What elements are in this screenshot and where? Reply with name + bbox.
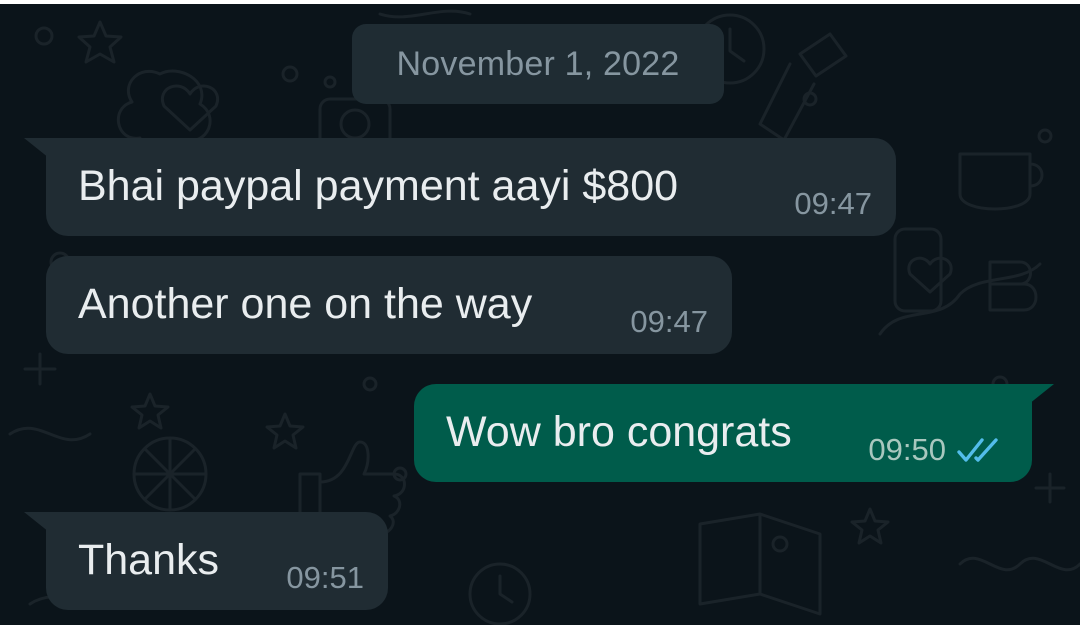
book-doodle xyxy=(698,512,822,616)
scribble-doodle xyxy=(378,9,472,19)
date-label: November 1, 2022 xyxy=(396,44,680,83)
plus-doodle xyxy=(1034,472,1066,504)
message-text: Another one on the way xyxy=(78,280,533,328)
bubble-tail xyxy=(24,138,54,162)
message-time: 09:47 xyxy=(630,304,708,339)
incoming-message-bubble[interactable]: Another one on the way 09:47 xyxy=(46,256,732,354)
plus-doodle xyxy=(23,352,57,386)
scribble-doodle xyxy=(958,556,1080,572)
outgoing-message-bubble[interactable]: Wow bro congrats 09:50 xyxy=(414,384,1054,482)
chat-conversation[interactable]: November 1, 2022 Bhai paypal payment aay… xyxy=(0,4,1080,625)
letter-doodle xyxy=(988,260,1038,312)
incoming-message-bubble[interactable]: Thanks 09:51 xyxy=(24,512,388,610)
clock-doodle xyxy=(498,574,514,604)
message-text: Thanks xyxy=(78,536,220,584)
bubble-tail xyxy=(1024,384,1054,408)
circle-doodle xyxy=(281,65,299,83)
message-text: Wow bro congrats xyxy=(446,408,792,456)
cup-doodle xyxy=(958,152,1044,211)
wheel-doodle xyxy=(132,436,208,512)
heart-doodle xyxy=(907,256,953,294)
star-doodle xyxy=(130,392,170,430)
circle-doodle xyxy=(362,376,378,392)
phone-doodle xyxy=(893,227,943,313)
circle-doodle xyxy=(1037,128,1053,144)
clock-doodle xyxy=(728,27,746,63)
scribble-doodle xyxy=(878,262,1042,336)
message-time: 09:47 xyxy=(794,186,872,221)
scribble-doodle xyxy=(8,426,92,442)
bubble-tail xyxy=(24,512,54,536)
message-text: Bhai paypal payment aayi $800 xyxy=(78,162,679,210)
star-doodle xyxy=(850,507,890,545)
bottle-doodle xyxy=(758,32,848,142)
incoming-message-bubble[interactable]: Bhai paypal payment aayi $800 09:47 xyxy=(24,138,896,236)
circle-doodle xyxy=(323,75,337,89)
circle-doodle xyxy=(771,535,789,553)
double-check-icon xyxy=(957,438,998,462)
message-time: 09:50 xyxy=(868,432,946,467)
date-separator: November 1, 2022 xyxy=(352,24,724,104)
message-time: 09:51 xyxy=(286,560,364,595)
star-doodle xyxy=(265,412,305,450)
circle-doodle xyxy=(34,26,54,46)
camera-doodle xyxy=(339,108,371,140)
star-doodle xyxy=(77,20,123,64)
